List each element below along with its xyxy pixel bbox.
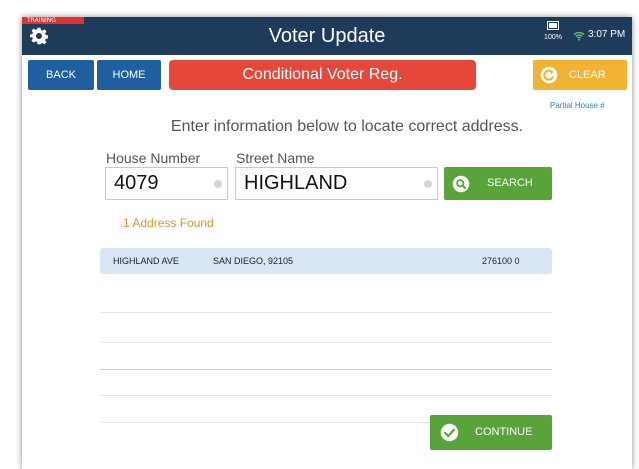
- continue-label: CONTINUE: [475, 426, 533, 438]
- clear-button[interactable]: CLEAR: [533, 60, 627, 90]
- row-precinct: 276100 0: [482, 256, 520, 266]
- check-icon: [440, 423, 459, 442]
- battery-percent: 100%: [544, 34, 562, 41]
- gear-icon[interactable]: [30, 27, 48, 45]
- street-name-label: Street Name: [236, 150, 315, 166]
- street-name-value: HIGHLAND: [244, 172, 348, 194]
- row-divider: [100, 312, 552, 313]
- house-number-input[interactable]: 4079: [105, 167, 228, 200]
- row-city-zip: SAN DIEGO, 92105: [213, 256, 294, 266]
- row-street: HIGHLAND AVE: [113, 256, 179, 266]
- clear-label: CLEAR: [569, 69, 606, 81]
- app-title: Voter Update: [268, 25, 386, 47]
- table-row[interactable]: HIGHLAND AVE SAN DIEGO, 92105 276100 0: [100, 248, 552, 274]
- conditional-registration-banner: Conditional Voter Reg.: [169, 60, 476, 90]
- clock: 3:07 PM: [588, 29, 626, 40]
- search-label: SEARCH: [487, 177, 533, 189]
- row-divider: [100, 342, 552, 343]
- refresh-icon: [540, 66, 558, 84]
- search-button[interactable]: SEARCH: [444, 167, 552, 200]
- instructions-text: Enter information below to locate correc…: [170, 118, 524, 135]
- clear-street-name-icon[interactable]: [424, 180, 432, 188]
- clear-house-number-icon[interactable]: [214, 180, 222, 188]
- back-button[interactable]: BACK: [28, 60, 94, 90]
- house-number-value: 4079: [114, 172, 159, 194]
- app-window: Voter Update TRAINING 100% 3:07 PM BACK …: [22, 17, 632, 469]
- battery-indicator: 100%: [543, 21, 563, 41]
- addresses-found-count: 1 Address Found: [123, 216, 214, 230]
- battery-icon: [547, 21, 559, 30]
- house-number-label: House Number: [106, 150, 201, 166]
- wifi-icon: [573, 32, 585, 41]
- title-bar: Voter Update TRAINING 100% 3:07 PM: [22, 17, 632, 55]
- street-name-input[interactable]: HIGHLAND: [235, 167, 438, 200]
- continue-button[interactable]: CONTINUE: [430, 415, 552, 450]
- home-button[interactable]: HOME: [97, 60, 161, 90]
- training-badge: TRAINING: [22, 17, 84, 24]
- row-divider: [100, 395, 552, 396]
- partial-house-link[interactable]: Partial House #: [550, 101, 605, 110]
- row-divider: [100, 369, 552, 370]
- search-icon: [452, 175, 470, 193]
